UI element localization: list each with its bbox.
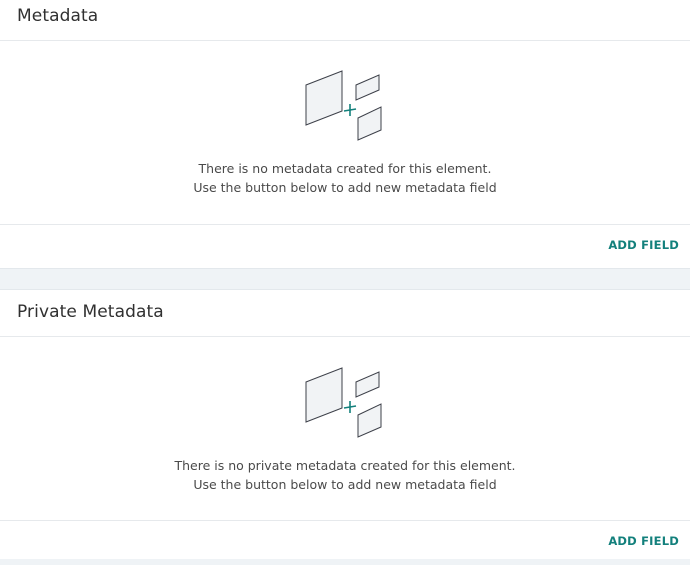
private-metadata-empty-hint: Use the button below to add new metadata…	[193, 477, 497, 492]
metadata-empty-state: There is no metadata created for this el…	[0, 41, 690, 225]
add-metadata-illustration-icon	[305, 367, 382, 438]
metadata-card-header: Metadata	[0, 0, 690, 41]
metadata-add-field-button[interactable]: ADD FIELD	[608, 238, 679, 252]
private-metadata-title: Private Metadata	[17, 302, 164, 322]
metadata-empty-hint: Use the button below to add new metadata…	[193, 180, 497, 195]
metadata-card: Metadata There is no metadata created fo…	[0, 0, 690, 269]
private-metadata-empty-text: There is no private metadata created for…	[174, 458, 516, 473]
metadata-empty-text: There is no metadata created for this el…	[198, 161, 492, 176]
metadata-card-footer: ADD FIELD	[0, 225, 690, 269]
metadata-title: Metadata	[17, 6, 99, 26]
private-metadata-card-header: Private Metadata	[0, 290, 690, 337]
add-metadata-illustration-icon	[305, 70, 382, 141]
private-metadata-add-field-button[interactable]: ADD FIELD	[608, 534, 679, 548]
private-metadata-empty-state: There is no private metadata created for…	[0, 337, 690, 521]
private-metadata-card-footer: ADD FIELD	[0, 521, 690, 565]
private-metadata-card: Private Metadata There is no private met…	[0, 289, 690, 559]
